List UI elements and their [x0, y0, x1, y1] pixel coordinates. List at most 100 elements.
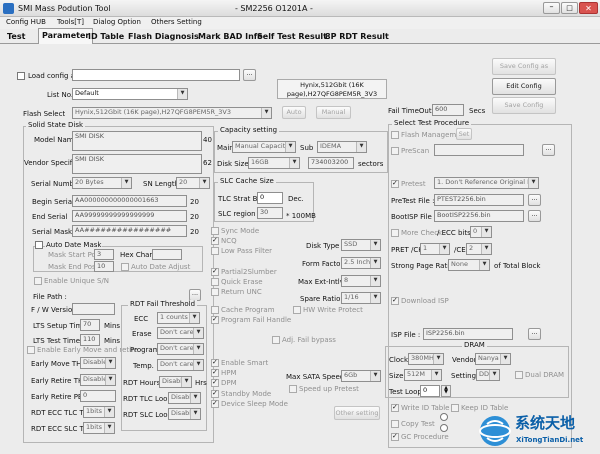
menu-tools[interactable]: Tools[T]	[57, 18, 84, 27]
save-config-button[interactable]: Save Config	[492, 97, 556, 114]
auto-date-mask-checkbox[interactable]	[35, 241, 43, 249]
lts-setup-time-input[interactable]: 70	[80, 319, 100, 331]
load-config-browse-button[interactable]: ...	[243, 69, 256, 81]
enable-early-move-checkbox[interactable]	[27, 346, 35, 354]
lts-test-time-input[interactable]: 110	[80, 334, 100, 346]
copy-test-radio-2[interactable]	[440, 424, 448, 432]
maximize-button[interactable]: □	[561, 2, 578, 14]
download-isp-checkbox[interactable]	[391, 296, 399, 305]
ecc-bits-select[interactable]: 0 ▼	[470, 226, 492, 238]
pretest-file-input[interactable]: PTEST2256.bin	[434, 194, 524, 206]
flash-select[interactable]: Hynix,512Gbit (16K page),H27QFG8PEM5R_3V…	[72, 107, 272, 119]
vendor-specific-input[interactable]: SMI DISK	[72, 154, 202, 174]
other-setting-button[interactable]: Other setting	[334, 406, 380, 420]
list-no-select[interactable]: Default ▼	[72, 88, 188, 100]
tab-flash-diagnosis[interactable]: Flash Diagnosis	[125, 30, 202, 44]
tab-id-table[interactable]: ID Table	[85, 30, 127, 44]
dram-size-select[interactable]: 512M ▼	[404, 369, 442, 381]
disk-size-select[interactable]: 16GB ▼	[248, 157, 300, 169]
more-check-checkbox[interactable]	[391, 229, 399, 237]
copy-test-radio-1[interactable]	[440, 413, 448, 421]
pretest-checkbox[interactable]	[391, 179, 399, 188]
partial-slumber-checkbox[interactable]	[211, 267, 219, 276]
isp-file-input[interactable]: ISP2256.bin	[423, 328, 513, 340]
dpm-checkbox[interactable]	[211, 378, 219, 387]
strong-page-ratio-select[interactable]: None ▼	[448, 259, 490, 271]
program-fail-handle-checkbox[interactable]	[211, 315, 219, 324]
auto-date-adjust-checkbox[interactable]	[121, 263, 129, 271]
begin-serial-input[interactable]: AA000000000000001663	[72, 195, 187, 207]
auto-button[interactable]: Auto	[282, 106, 306, 119]
standby-mode-checkbox[interactable]	[211, 389, 219, 398]
dram-vendor-select[interactable]: Nanya ▼	[475, 353, 511, 365]
minimize-button[interactable]: –	[543, 2, 560, 14]
dram-clock-select[interactable]: 380MHZ ▼	[408, 353, 444, 365]
rdt-erase-select[interactable]: Don't care ▼	[157, 327, 204, 339]
ce-select[interactable]: 2 ▼	[466, 243, 492, 255]
disk-type-select[interactable]: SSD ▼	[341, 239, 381, 251]
enable-smart-checkbox[interactable]	[211, 358, 219, 367]
end-serial-input[interactable]: AA99999999999999999	[72, 210, 187, 222]
rdt-slc-loops-select[interactable]: Disable ▼	[168, 408, 201, 420]
prescan-browse-button[interactable]: ...	[542, 144, 555, 156]
manual-button[interactable]: Manual	[316, 106, 351, 119]
flash-management-set-button[interactable]: Set	[456, 128, 472, 140]
form-factor-select[interactable]: 2.5 Inch ▼	[341, 257, 381, 269]
serial-number-select[interactable]: 20 Bytes ▼	[72, 177, 132, 189]
save-config-as-button[interactable]: Save Config as	[492, 58, 556, 75]
capacity-main-select[interactable]: Manual Capacity ▼	[232, 141, 296, 153]
model-name-input[interactable]: SMI DISK	[72, 131, 202, 151]
rdt-temp-select[interactable]: Don't care ▼	[157, 359, 204, 371]
rdt-tlc-loops-select[interactable]: Disable ▼	[168, 392, 201, 404]
dram-setting-select[interactable]: DDR3▼	[476, 369, 500, 381]
tab-self-test-result[interactable]: Self Test Result	[254, 30, 330, 44]
rdt-ecc-slc-select[interactable]: 1bits ▼	[83, 422, 115, 434]
bootisp-file-input[interactable]: BootISP2256.bin	[434, 210, 524, 222]
keep-id-table-checkbox[interactable]	[451, 404, 459, 412]
early-move-th-select[interactable]: Disable ▼	[80, 357, 116, 369]
prescan-checkbox[interactable]	[391, 147, 399, 155]
early-retire-pe-input[interactable]: 0	[80, 390, 116, 402]
quick-erase-checkbox[interactable]	[211, 278, 219, 286]
gc-procedure-checkbox[interactable]	[391, 432, 399, 441]
sync-mode-checkbox[interactable]	[211, 227, 219, 235]
rdt-hours-select[interactable]: Disable ▼	[159, 376, 192, 388]
mask-end-pos-input[interactable]: 10	[94, 261, 114, 272]
pret-ch-select[interactable]: 1 ▼	[420, 243, 450, 255]
menu-others-setting[interactable]: Others Setting	[151, 18, 202, 27]
test-loop-spinner[interactable]: ▲ ▼	[441, 385, 451, 397]
tab-test[interactable]: Test	[4, 30, 28, 44]
hw-write-protect-checkbox[interactable]	[293, 306, 301, 314]
spare-ratio-select[interactable]: 1/16 ▼	[341, 292, 381, 304]
isp-file-browse-button[interactable]: ...	[528, 328, 541, 340]
enable-unique-sn-checkbox[interactable]	[34, 277, 42, 285]
pretest-select[interactable]: 1. Don't Reference Original Bad ▼	[434, 177, 539, 189]
max-sata-speed-select[interactable]: 6Gb ▼	[341, 370, 381, 382]
menu-config-hub[interactable]: Config HUB	[6, 18, 46, 27]
ncq-checkbox[interactable]	[211, 236, 219, 245]
rdt-program-select[interactable]: Don't care ▼	[157, 343, 204, 355]
max-ext-intlv-select[interactable]: 8 ▼	[341, 275, 381, 287]
device-sleep-mode-checkbox[interactable]	[211, 399, 219, 408]
early-retire-th-select[interactable]: Disable ▼	[80, 374, 116, 386]
test-loop-input[interactable]: 0	[420, 385, 440, 397]
return-unc-checkbox[interactable]	[211, 288, 219, 296]
tlc-strat-bk-input[interactable]: 0	[257, 192, 283, 204]
hpm-checkbox[interactable]	[211, 368, 219, 377]
mask-start-pos-input[interactable]: 3	[94, 249, 114, 260]
fw-version-input[interactable]	[72, 303, 115, 315]
low-pass-filter-checkbox[interactable]	[211, 247, 219, 255]
sectors-input[interactable]: 734003200	[308, 157, 354, 169]
write-id-table-checkbox[interactable]	[391, 403, 399, 412]
prescan-input[interactable]	[434, 144, 524, 156]
slc-region-input[interactable]: 30	[257, 207, 283, 219]
pretest-file-browse-button[interactable]: ...	[528, 194, 541, 206]
flash-management-checkbox[interactable]	[391, 131, 399, 139]
edit-config-button[interactable]: Edit Config	[492, 78, 556, 95]
rdt-ecc-tlc-select[interactable]: 1bits ▼	[83, 406, 115, 418]
close-button[interactable]: ✕	[579, 2, 598, 14]
hex-char-input[interactable]	[152, 249, 182, 260]
bootisp-file-browse-button[interactable]: ...	[528, 210, 541, 222]
fail-timeout-input[interactable]: 600	[432, 104, 464, 116]
tab-8p-rdt-result[interactable]: 8P RDT Result	[322, 30, 392, 44]
